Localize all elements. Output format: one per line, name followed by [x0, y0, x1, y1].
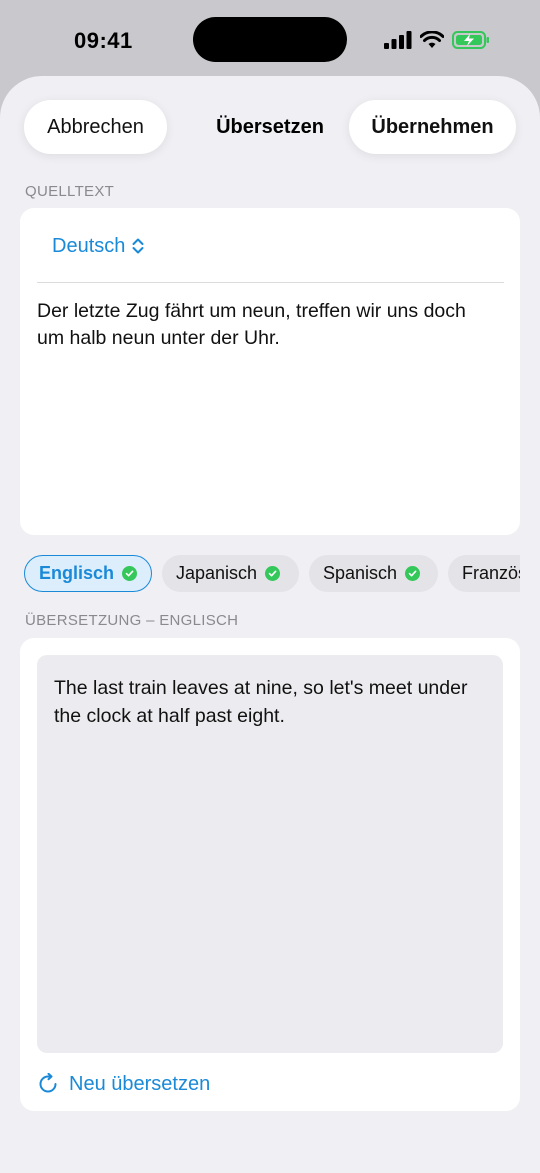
- battery-charging-icon: [452, 31, 489, 49]
- source-section-label: QUELLTEXT: [25, 183, 115, 200]
- cancel-button[interactable]: Abbrechen: [24, 100, 167, 154]
- chip-spanisch[interactable]: Spanisch: [309, 555, 438, 592]
- checkmark-icon: [122, 566, 137, 581]
- chip-japanisch[interactable]: Japanisch: [162, 555, 299, 592]
- chip-label: Englisch: [39, 563, 115, 583]
- source-card: Deutsch Der letzte Zug fährt um neun, tr…: [20, 208, 520, 535]
- source-language-picker[interactable]: Deutsch: [52, 232, 145, 260]
- checkmark-icon: [405, 566, 421, 581]
- divider: [37, 282, 504, 283]
- refresh-icon: [39, 1073, 57, 1093]
- target-language-chips: Englisch Japanisch Spanisch Französisch: [24, 555, 520, 593]
- chip-englisch[interactable]: Englisch: [24, 555, 152, 592]
- translation-output: The last train leaves at nine, so let's …: [37, 655, 503, 1053]
- apply-button[interactable]: Übernehmen: [349, 100, 516, 154]
- status-bar: 09:41: [0, 0, 540, 80]
- retranslate-label: Neu übersetzen: [69, 1072, 211, 1095]
- translation-section-label: ÜBERSETZUNG – ENGLISCH: [25, 612, 239, 629]
- chip-franzoesisch[interactable]: Französisch: [448, 555, 520, 592]
- chip-label: Französisch: [462, 563, 520, 583]
- status-time: 09:41: [74, 28, 133, 53]
- dynamic-island: [193, 17, 347, 62]
- source-text-input[interactable]: Der letzte Zug fährt um neun, treffen wi…: [37, 298, 490, 352]
- checkmark-icon: [265, 566, 281, 581]
- chip-label: Spanisch: [323, 563, 398, 583]
- sheet-title: Übersetzen: [216, 116, 324, 138]
- translation-text: The last train leaves at nine, so let's …: [54, 677, 468, 727]
- cellular-signal-icon: [384, 31, 412, 49]
- retranslate-button[interactable]: Neu übersetzen: [37, 1069, 210, 1099]
- chip-label: Japanisch: [176, 563, 258, 583]
- translation-card: The last train leaves at nine, so let's …: [20, 638, 520, 1111]
- status-icons: [384, 30, 490, 50]
- navigation-bar: Abbrechen Übersetzen Übernehmen: [0, 76, 540, 176]
- wifi-icon: [420, 31, 444, 48]
- source-language-label: Deutsch: [52, 234, 126, 257]
- translate-sheet: Abbrechen Übersetzen Übernehmen QUELLTEX…: [0, 76, 540, 1173]
- chevron-up-down-icon: [132, 238, 144, 254]
